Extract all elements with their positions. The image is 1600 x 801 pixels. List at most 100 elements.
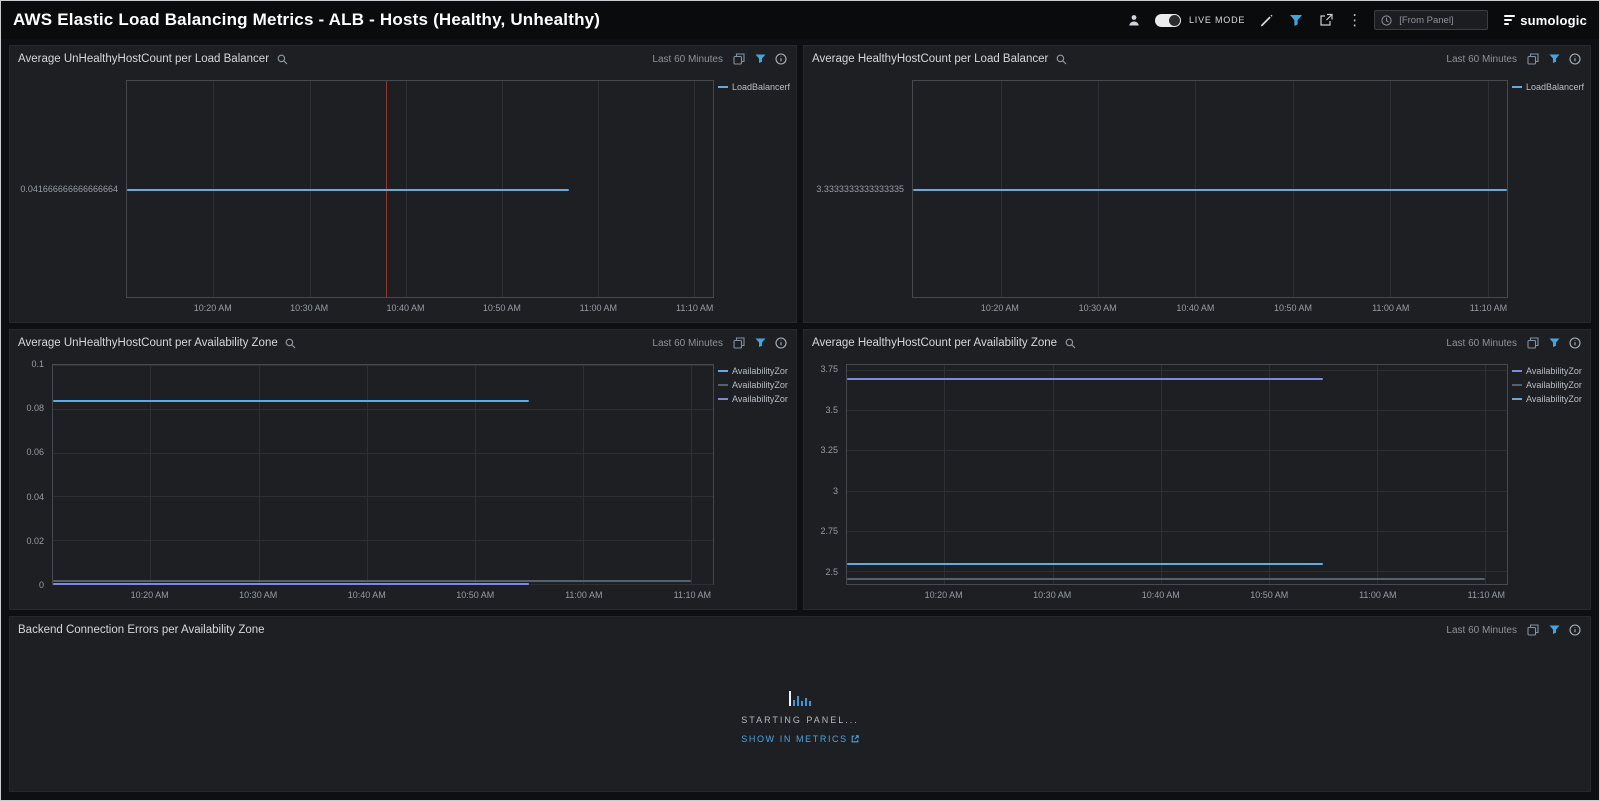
- x-tick-label: 11:00 AM: [1372, 303, 1409, 313]
- x-tick-label: 10:40 AM: [387, 303, 425, 313]
- magnifier-icon[interactable]: [1063, 336, 1077, 350]
- panel-title: Average HealthyHostCount per Availabilit…: [812, 337, 1057, 349]
- gridline-horizontal: [847, 370, 1507, 371]
- panel-filter-icon[interactable]: [1547, 623, 1561, 637]
- x-tick-label: 10:30 AM: [239, 590, 277, 600]
- chart-avg-unhealthy-per-load-balancer[interactable]: 10:20 AM10:30 AM10:40 AM10:50 AM11:00 AM…: [14, 72, 792, 320]
- panel-filter-icon[interactable]: [753, 52, 767, 66]
- from-panel-input[interactable]: [1397, 14, 1481, 27]
- magnifier-icon[interactable]: [275, 52, 289, 66]
- show-in-metrics-link[interactable]: SHOW IN METRICS: [741, 734, 859, 744]
- chart-avg-unhealthy-per-availability-zone[interactable]: 10:20 AM10:30 AM10:40 AM10:50 AM11:00 AM…: [14, 356, 792, 607]
- legend-item[interactable]: AvailabilityZor: [718, 394, 792, 404]
- chart-avg-healthy-per-availability-zone[interactable]: 10:20 AM10:30 AM10:40 AM10:50 AM11:00 AM…: [808, 356, 1586, 607]
- legend-item[interactable]: AvailabilityZor: [1512, 380, 1586, 390]
- y-tick-label: 3.75: [800, 364, 838, 374]
- legend-label: AvailabilityZor: [1526, 366, 1582, 376]
- panel-title: Average UnHealthyHostCount per Load Bala…: [18, 53, 269, 65]
- legend-label: AvailabilityZor: [732, 366, 788, 376]
- series-line: [847, 378, 1323, 380]
- kebab-menu-icon[interactable]: ⋮: [1347, 13, 1362, 28]
- info-icon[interactable]: [1568, 52, 1582, 66]
- x-tick-label: 10:50 AM: [456, 590, 494, 600]
- panel-avg-healthy-per-load-balancer: Average HealthyHostCount per Load Balanc…: [803, 45, 1591, 323]
- panel-header: Average UnHealthyHostCount per Availabil…: [10, 330, 796, 356]
- x-axis: 10:20 AM10:30 AM10:40 AM10:50 AM11:00 AM…: [52, 590, 714, 603]
- legend-item[interactable]: LoadBalancerf: [718, 82, 792, 92]
- gridline-horizontal: [53, 453, 713, 454]
- panel-avg-unhealthy-per-availability-zone: Average UnHealthyHostCount per Availabil…: [9, 329, 797, 610]
- x-tick-label: 10:20 AM: [131, 590, 169, 600]
- time-range-label: Last 60 Minutes: [652, 338, 723, 349]
- x-tick-label: 10:50 AM: [1274, 303, 1312, 313]
- gridline-vertical: [598, 81, 599, 297]
- time-range-label: Last 60 Minutes: [1446, 54, 1517, 65]
- show-in-metrics-label: SHOW IN METRICS: [741, 734, 848, 744]
- y-tick-label: 2.75: [800, 526, 838, 536]
- top-bar: AWS Elastic Load Balancing Metrics - ALB…: [1, 1, 1599, 39]
- x-tick-label: 11:00 AM: [1359, 590, 1396, 600]
- chart-avg-healthy-per-load-balancer[interactable]: 10:20 AM10:30 AM10:40 AM10:50 AM11:00 AM…: [808, 72, 1586, 320]
- info-icon[interactable]: [774, 336, 788, 350]
- x-tick-label: 10:40 AM: [348, 590, 386, 600]
- panel-avg-unhealthy-per-load-balancer: Average UnHealthyHostCount per Load Bala…: [9, 45, 797, 323]
- panel-avg-healthy-per-availability-zone: Average HealthyHostCount per Availabilit…: [803, 329, 1591, 610]
- gridline-horizontal: [847, 491, 1507, 492]
- legend-item[interactable]: AvailabilityZor: [1512, 366, 1586, 376]
- loading-chart-icon: [789, 690, 811, 706]
- legend-item[interactable]: AvailabilityZor: [1512, 394, 1586, 404]
- series-line: [847, 563, 1323, 565]
- plot-area: [846, 364, 1508, 585]
- toggle-knob: [1169, 15, 1180, 26]
- panel-header: Average HealthyHostCount per Availabilit…: [804, 330, 1590, 356]
- info-icon[interactable]: [774, 52, 788, 66]
- time-range-label: Last 60 Minutes: [652, 54, 723, 65]
- panel-header: Average UnHealthyHostCount per Load Bala…: [10, 46, 796, 72]
- panel-filter-icon[interactable]: [753, 336, 767, 350]
- gridline-horizontal: [53, 409, 713, 410]
- y-axis: 3.3333333333333335: [808, 80, 912, 298]
- copy-panel-icon[interactable]: [732, 336, 746, 350]
- legend-swatch: [718, 384, 728, 386]
- gridline-vertical: [694, 81, 695, 297]
- gridline-vertical: [1161, 365, 1162, 584]
- info-icon[interactable]: [1568, 336, 1582, 350]
- y-tick-label: 0.02: [6, 536, 44, 546]
- copy-panel-icon[interactable]: [732, 52, 746, 66]
- copy-panel-icon[interactable]: [1526, 623, 1540, 637]
- legend-swatch: [1512, 384, 1522, 386]
- user-icon[interactable]: [1125, 11, 1143, 29]
- series-line: [53, 580, 691, 582]
- y-tick-label: 0.06: [6, 447, 44, 457]
- magnifier-icon[interactable]: [1054, 52, 1068, 66]
- series-line: [913, 189, 1507, 191]
- copy-panel-icon[interactable]: [1526, 52, 1540, 66]
- live-mode-toggle[interactable]: [1155, 14, 1181, 27]
- magnifier-icon[interactable]: [284, 336, 298, 350]
- legend-item[interactable]: AvailabilityZor: [718, 380, 792, 390]
- x-tick-label: 11:10 AM: [674, 590, 711, 600]
- gridline-vertical: [583, 365, 584, 584]
- legend-item[interactable]: AvailabilityZor: [718, 366, 792, 376]
- sumologic-logo-icon: [1504, 15, 1515, 25]
- legend-swatch: [1512, 370, 1522, 372]
- plot-area: [52, 364, 714, 585]
- share-icon[interactable]: [1317, 11, 1335, 29]
- panel-filter-icon[interactable]: [1547, 336, 1561, 350]
- filter-icon[interactable]: [1287, 11, 1305, 29]
- legend-swatch: [1512, 398, 1522, 400]
- panel-filter-icon[interactable]: [1547, 52, 1561, 66]
- legend-label: LoadBalancerf: [732, 82, 790, 92]
- edit-pencil-icon[interactable]: [1257, 11, 1275, 29]
- legend-swatch: [718, 398, 728, 400]
- dashboard-title: AWS Elastic Load Balancing Metrics - ALB…: [13, 10, 1115, 30]
- sumologic-logo: sumologic: [1504, 13, 1587, 28]
- from-panel-field: [1374, 10, 1488, 30]
- info-icon[interactable]: [1568, 623, 1582, 637]
- legend-item[interactable]: LoadBalancerf: [1512, 82, 1586, 92]
- gridline-vertical: [691, 365, 692, 584]
- copy-panel-icon[interactable]: [1526, 336, 1540, 350]
- x-tick-label: 11:00 AM: [580, 303, 617, 313]
- gridline-vertical: [367, 365, 368, 584]
- gridline-vertical: [1269, 365, 1270, 584]
